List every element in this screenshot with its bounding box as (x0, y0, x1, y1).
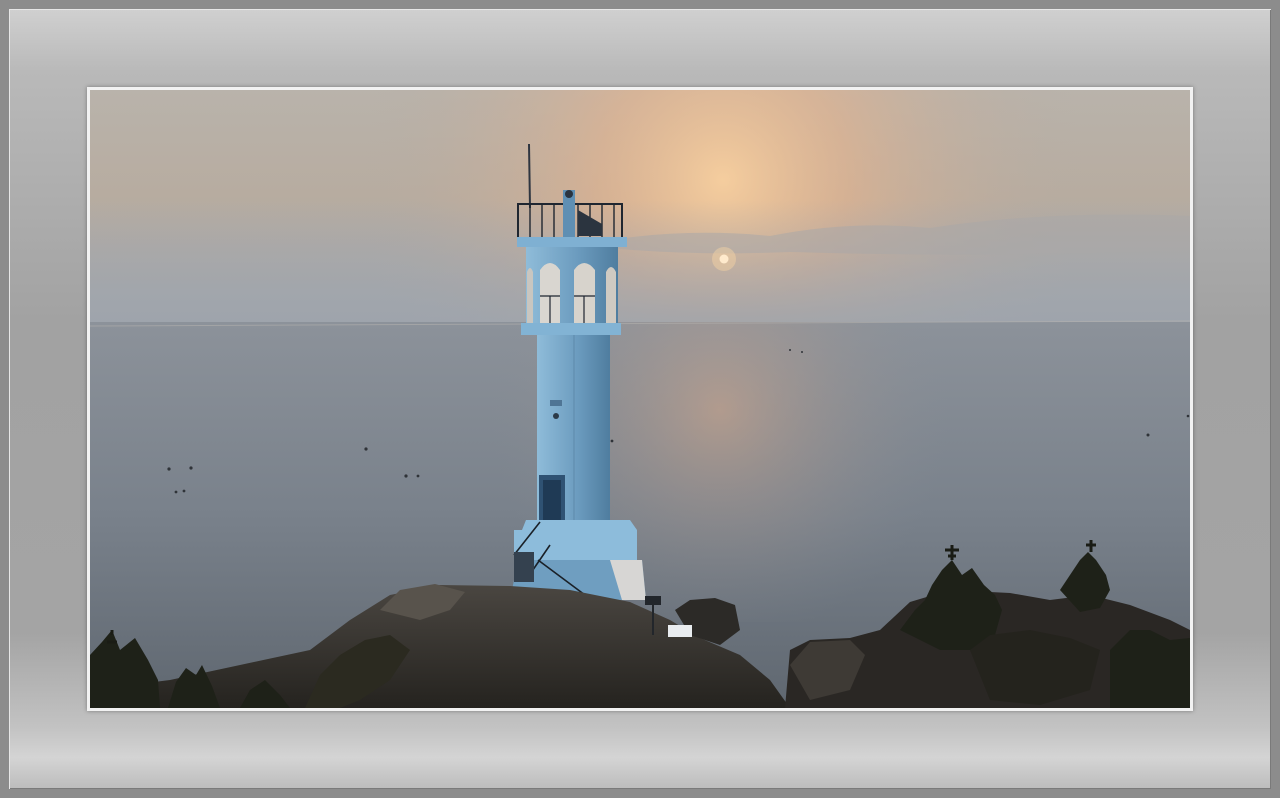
lighthouse-photo (90, 90, 1190, 708)
sun-halo (712, 247, 736, 271)
photo (90, 90, 1190, 708)
